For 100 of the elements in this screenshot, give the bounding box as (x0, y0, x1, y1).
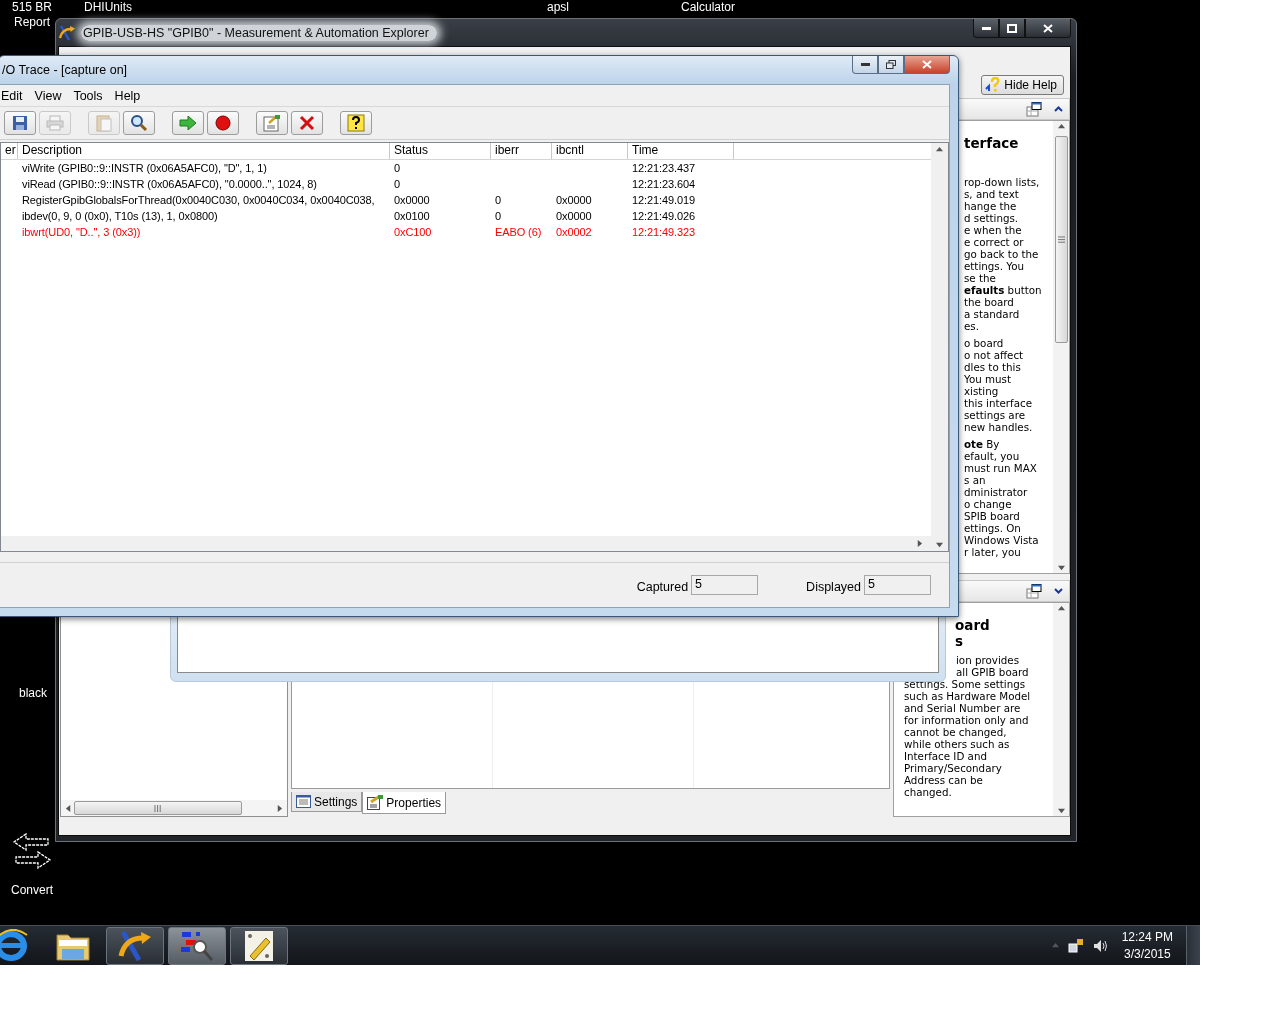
desktop-icon-label[interactable]: DHIUnits (84, 0, 132, 15)
column-header[interactable]: er (1, 143, 18, 159)
help-paragraph: ion provides all GPIB board settings. Some settings such as Hardware Model and Serial Number are for information only and cannot be changed, while others such as Interface ID and Primary/Secondary Address can be changed. (904, 654, 1032, 798)
close-button[interactable] (1025, 19, 1071, 38)
scroll-right-icon (276, 804, 283, 812)
maximize-icon (1007, 23, 1017, 33)
table-cell-text: viWrite (GPIB0::9::INSTR (0x06A5AFC0), "D", 1, 1) (21, 161, 268, 176)
table-cell-text: RegisterGpibGlobalsForThread(0x0040C030, 0x0040C034, 0x0040C038, (21, 193, 376, 208)
table-cell-text: ibwrt(UD0, "D..", 3 (0x3)) (21, 225, 142, 240)
desktop-icon-label[interactable]: 515 BR Report (5, 0, 59, 30)
toolbar-button[interactable] (207, 111, 239, 135)
show-hidden-icons-icon (1051, 942, 1059, 949)
speaker-icon[interactable] (1092, 938, 1109, 953)
table-cell-text: ibdev(0, 9, 0 (0x0), T10s (13), 1, 0x0800) (21, 209, 219, 224)
scroll-right-icon (916, 540, 923, 547)
desktop-icon-label[interactable]: black (19, 686, 47, 701)
hide-help-button[interactable]: Hide Help (981, 74, 1064, 95)
printer-icon (46, 115, 64, 131)
help-paragraph: rop-down lists, s, and text hange the d settings. e when the e correct or go back to the ettings. You se the efaults button the board a standard es. (964, 176, 1043, 332)
menu-item[interactable]: Edit (0, 88, 29, 103)
close-icon (1043, 23, 1053, 33)
horizontal-scrollbar[interactable] (1, 536, 931, 551)
vertical-scrollbar[interactable] (1053, 603, 1069, 816)
scroll-down-icon (936, 541, 943, 548)
field-label: Captured (636, 579, 689, 594)
minimize-icon (981, 26, 991, 30)
help-heading: terface (964, 135, 1020, 151)
toolbar-button[interactable] (340, 111, 372, 135)
minimize-icon (860, 63, 870, 66)
curved-arrow-logo-icon (117, 929, 153, 962)
clipboard-icon (96, 114, 112, 132)
column-header[interactable]: Status (390, 143, 491, 159)
taskbar-app-button[interactable] (168, 926, 226, 965)
close-icon (299, 115, 315, 131)
menu-item[interactable]: View (28, 88, 68, 103)
desktop-icon-label[interactable]: apsl (547, 0, 569, 15)
restore-button[interactable] (878, 56, 904, 74)
table-cell-text: 0x0100 (393, 209, 431, 224)
desktop-icon-label[interactable]: Calculator (681, 0, 736, 15)
clock[interactable]: 12:24 PM 3/3/2015 (1117, 928, 1177, 963)
close-icon (922, 60, 932, 69)
table-cell-text: 12:21:49.019 (631, 193, 697, 208)
table-cell-text: 0x0002 (555, 225, 593, 240)
double-arrow-icon (12, 833, 52, 869)
menu-item[interactable]: Tools (67, 88, 109, 103)
menu-item[interactable]: Help (108, 88, 147, 103)
column-header[interactable]: iberr (491, 143, 552, 159)
taskbar-app-button[interactable] (106, 926, 164, 965)
toolbar-button[interactable] (4, 111, 36, 135)
table-cell-text: EABO (6) (494, 225, 543, 240)
window-title: GPIB-USB-HS "GPIB0" - Measurement & Automation Explorer (81, 24, 437, 41)
view-tab[interactable]: Properties (362, 792, 447, 814)
help-heading: oard s (955, 617, 991, 649)
document-export-icon (263, 114, 281, 132)
scroll-up-icon (1057, 605, 1065, 612)
table-cell-text: 0 (393, 161, 402, 176)
chevron-up-icon[interactable] (1054, 106, 1063, 112)
field-label: Displayed (806, 579, 861, 594)
maximize-button[interactable] (999, 19, 1025, 38)
minimize-button[interactable] (973, 19, 999, 38)
table-cell-text: 0x0000 (555, 193, 593, 208)
view-tab[interactable]: Settings (291, 792, 363, 812)
help-icon (985, 77, 1002, 92)
horizontal-scrollbar[interactable] (61, 800, 287, 816)
stop-icon (215, 115, 231, 131)
vertical-scrollbar[interactable] (931, 143, 948, 551)
help-paragraph: ote By efault, you must run MAX s an dministrator o change SPIB board ettings. On Windows Vista r later, you (964, 438, 1040, 558)
desktop-icon-label[interactable]: Convert (11, 883, 54, 898)
scroll-grip-icon (154, 804, 162, 812)
curved-arrow-logo-icon (58, 24, 76, 41)
chevron-down-icon[interactable] (1054, 588, 1063, 594)
column-header[interactable]: ibcntl (552, 143, 628, 159)
vertical-scrollbar[interactable] (1053, 121, 1069, 573)
search-icon (130, 114, 148, 132)
browser-logo-icon (0, 928, 29, 963)
toolbar-button[interactable] (123, 111, 155, 135)
properties-icon (367, 795, 384, 810)
column-header[interactable]: Description (18, 143, 390, 159)
window-title: /O Trace - [capture on] (2, 63, 128, 77)
column-header[interactable]: Time (628, 143, 734, 159)
scroll-left-icon (65, 804, 72, 812)
table-cell-text: 12:21:49.026 (631, 209, 697, 224)
scroll-up-icon (1057, 123, 1065, 130)
table-cell-text: 0 (494, 209, 503, 224)
panel-layout-icon (1026, 101, 1042, 117)
table-cell-text: 0 (393, 177, 402, 192)
help-paragraph: o board o not affect dles to this You must xisting this interface settings are new handles. (964, 337, 1034, 433)
utility-tool-icon (244, 929, 274, 962)
network-icon[interactable] (1067, 938, 1084, 953)
arrow-right-icon (179, 116, 197, 130)
panel-layout-icon (1026, 583, 1042, 599)
restore-icon (886, 60, 896, 69)
taskbar-app-button[interactable] (230, 926, 288, 965)
table-cell-text: 0xC100 (393, 225, 433, 240)
magnifier-blocks-icon (178, 929, 216, 962)
table-cell-text: 0x0000 (393, 193, 431, 208)
table-cell-text: 12:21:23.604 (631, 177, 697, 192)
list-window-icon (296, 795, 311, 808)
minimize-button[interactable] (852, 56, 878, 74)
table-cell-text: 0x0000 (555, 209, 593, 224)
